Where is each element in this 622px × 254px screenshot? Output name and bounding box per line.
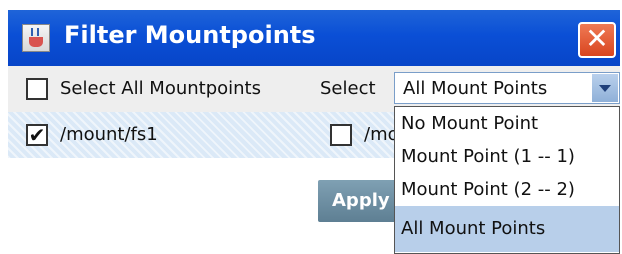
select-label: Select xyxy=(320,78,376,99)
dropdown-option-mount-point-2[interactable]: Mount Point (2 -- 2) xyxy=(395,173,619,206)
mountpoint-checkbox-fs1[interactable]: ✔ xyxy=(26,124,48,146)
dropdown-option-all-mount-points[interactable]: All Mount Points xyxy=(395,206,619,252)
select-all-label: Select All Mountpoints xyxy=(60,78,261,99)
filter-mountpoints-dialog: Filter Mountpoints ✕ Select All Mountpoi… xyxy=(8,10,620,254)
title-bar[interactable]: Filter Mountpoints ✕ xyxy=(8,10,620,66)
select-all-checkbox[interactable] xyxy=(26,78,48,100)
chevron-down-icon[interactable] xyxy=(592,74,618,102)
check-icon: ✔ xyxy=(28,123,46,147)
combo-selected-value: All Mount Points xyxy=(403,78,548,99)
mountpoint-label-fs1: /mount/fs1 xyxy=(60,124,158,145)
mountpoint-checkbox-2[interactable] xyxy=(330,124,352,146)
close-button[interactable]: ✕ xyxy=(578,22,616,58)
java-cup-icon xyxy=(22,24,50,52)
apply-button[interactable]: Apply xyxy=(318,180,406,222)
dropdown-option-mount-point-1[interactable]: Mount Point (1 -- 1) xyxy=(395,140,619,173)
close-icon: ✕ xyxy=(585,22,609,55)
window-title: Filter Mountpoints xyxy=(64,21,316,49)
mountpoint-select-combo[interactable]: All Mount Points xyxy=(394,72,620,104)
mountpoint-dropdown-list: No Mount Point Mount Point (1 -- 1) Moun… xyxy=(394,106,620,254)
dropdown-option-no-mount-point[interactable]: No Mount Point xyxy=(395,107,619,140)
